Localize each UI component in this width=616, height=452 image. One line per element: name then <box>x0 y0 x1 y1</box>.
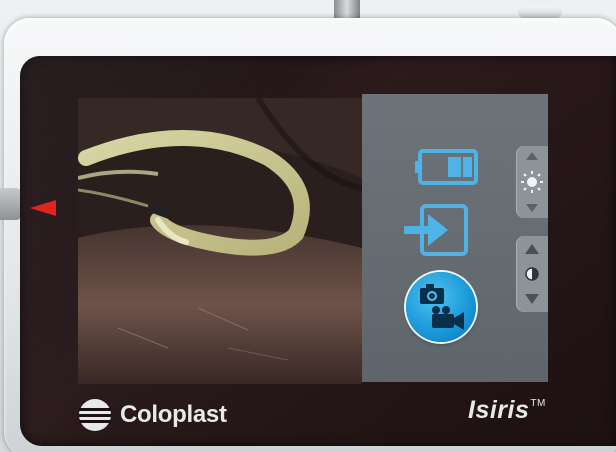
brightness-down-button[interactable] <box>526 204 538 212</box>
brand-logo-area: Coloplast <box>78 396 227 434</box>
contrast-control <box>516 236 548 312</box>
sun-icon <box>521 171 543 193</box>
mount-pole <box>334 0 360 18</box>
import-button[interactable] <box>402 202 474 263</box>
contrast-up-button[interactable] <box>525 244 539 254</box>
trademark-symbol: TM <box>530 398 546 409</box>
mount-ring <box>518 6 562 18</box>
contrast-icon <box>525 267 539 281</box>
record-button[interactable] <box>406 272 476 342</box>
coloplast-logo-icon <box>79 399 111 431</box>
contrast-down-button[interactable] <box>525 294 539 304</box>
camera-feed-image <box>78 98 362 384</box>
product-name: IsirisTM <box>468 396 546 425</box>
battery-icon <box>414 148 480 191</box>
red-orientation-marker <box>30 200 56 216</box>
brightness-control <box>516 146 548 218</box>
camera-feed <box>78 98 362 384</box>
product-name-text: Isiris <box>468 396 530 424</box>
import-icon <box>404 204 468 256</box>
camera-video-record-icon <box>420 284 464 330</box>
control-panel <box>362 94 548 382</box>
brand-name: Coloplast <box>120 401 227 428</box>
scope-cable <box>0 188 22 220</box>
brightness-up-button[interactable] <box>526 152 538 160</box>
device-scene: Coloplast IsirisTM <box>0 0 616 452</box>
